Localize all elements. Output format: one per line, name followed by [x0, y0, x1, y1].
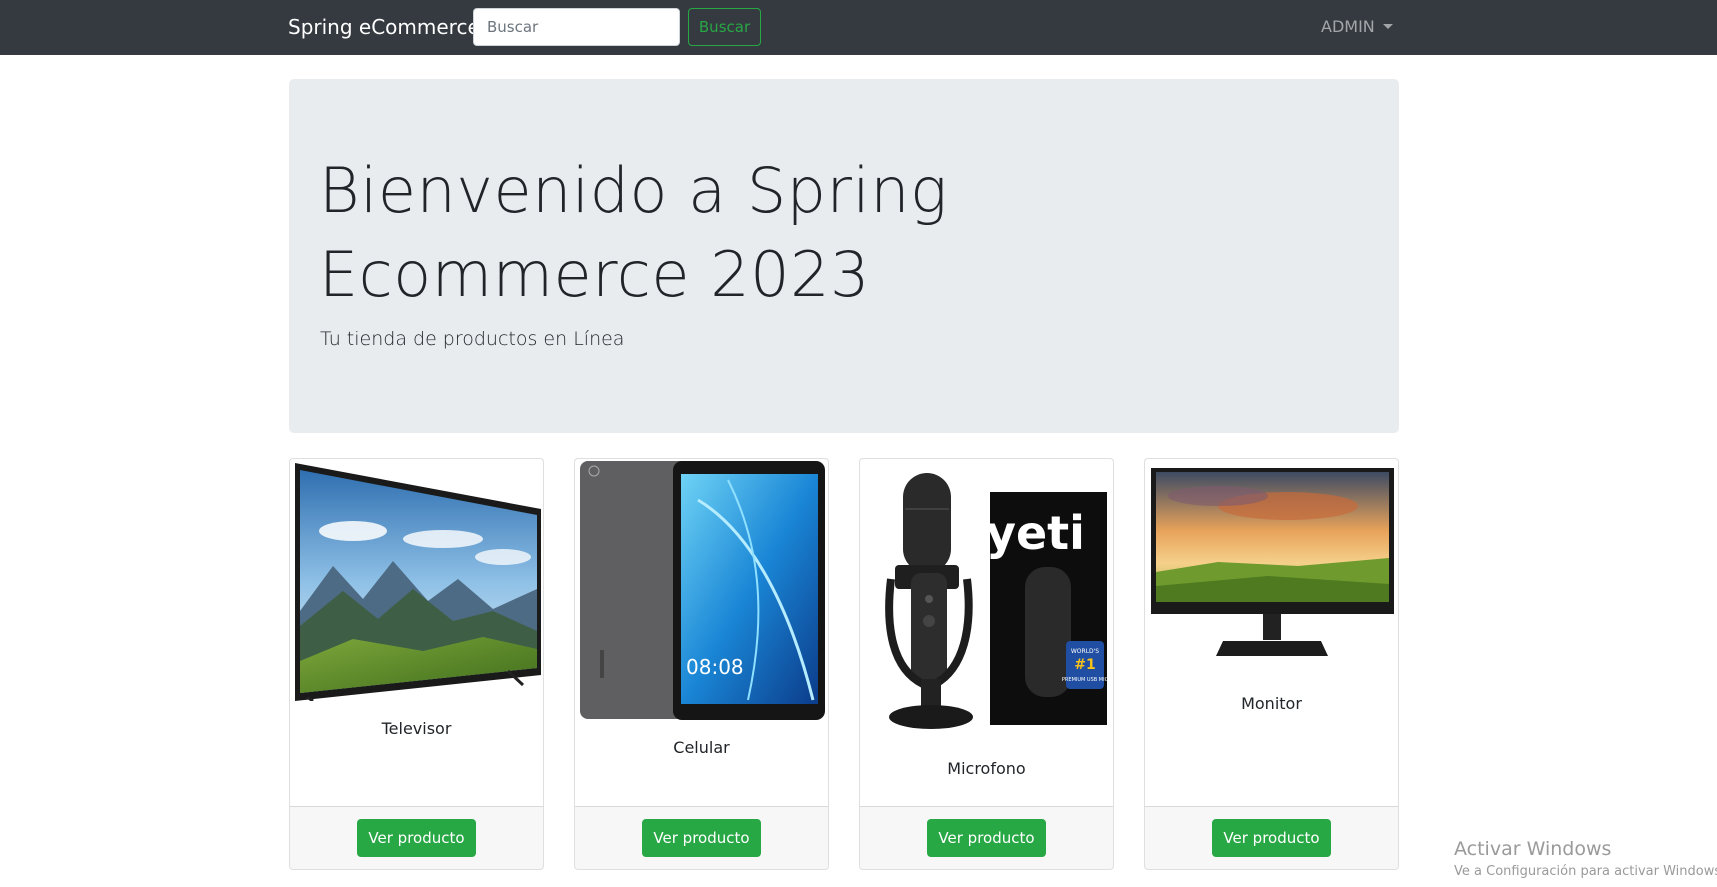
product-card-monitor: Monitor Ver producto	[1144, 458, 1399, 870]
windows-activation-subtitle: Ve a Configuración para activar Windows.	[1454, 864, 1717, 879]
svg-text:PREMIUM USB MIC: PREMIUM USB MIC	[1062, 677, 1109, 683]
view-product-button[interactable]: Ver producto	[642, 819, 761, 857]
product-name: Celular	[673, 738, 730, 757]
tablet-image: 08:08	[580, 461, 825, 720]
search-input[interactable]	[473, 8, 680, 46]
svg-text:08:08: 08:08	[686, 655, 744, 679]
card-footer: Ver producto	[860, 806, 1113, 869]
product-name: Microfono	[947, 759, 1026, 778]
monitor-image	[1151, 468, 1394, 656]
view-product-button[interactable]: Ver producto	[927, 819, 1046, 857]
svg-text:yeti: yeti	[986, 506, 1085, 560]
product-card-televisor: Televisor Ver producto	[289, 458, 544, 870]
navbar: Spring eCommerce Buscar ADMIN	[0, 0, 1717, 55]
product-name: Monitor	[1241, 694, 1302, 713]
brand-link[interactable]: Spring eCommerce	[288, 15, 480, 39]
page-lead: Tu tienda de productos en Línea	[320, 328, 625, 350]
svg-text:#1: #1	[1074, 657, 1095, 673]
view-product-button[interactable]: Ver producto	[357, 819, 476, 857]
tv-image	[295, 463, 541, 701]
view-product-button[interactable]: Ver producto	[1212, 819, 1331, 857]
card-footer: Ver producto	[575, 806, 828, 869]
windows-activation-title: Activar Windows	[1454, 838, 1612, 860]
card-footer: Ver producto	[290, 806, 543, 869]
jumbotron: Bienvenido a Spring Ecommerce 2023 Tu ti…	[289, 79, 1399, 433]
product-name: Televisor	[381, 719, 452, 738]
card-footer: Ver producto	[1145, 806, 1398, 869]
admin-dropdown-toggle[interactable]: ADMIN	[1321, 17, 1393, 36]
microphone-image: yeti WORLD'S #1 PREMIUM USB MIC	[885, 473, 1109, 729]
svg-text:WORLD'S: WORLD'S	[1071, 648, 1099, 655]
admin-label: ADMIN	[1321, 17, 1375, 36]
page-title: Bienvenido a Spring Ecommerce 2023	[319, 154, 948, 311]
search-button[interactable]: Buscar	[688, 8, 761, 46]
caret-down-icon	[1382, 24, 1393, 29]
product-card-celular: 08:08 Celular Ver producto	[574, 458, 829, 870]
product-card-microfono: yeti WORLD'S #1 PREMIUM USB MIC Microfon…	[859, 458, 1114, 870]
